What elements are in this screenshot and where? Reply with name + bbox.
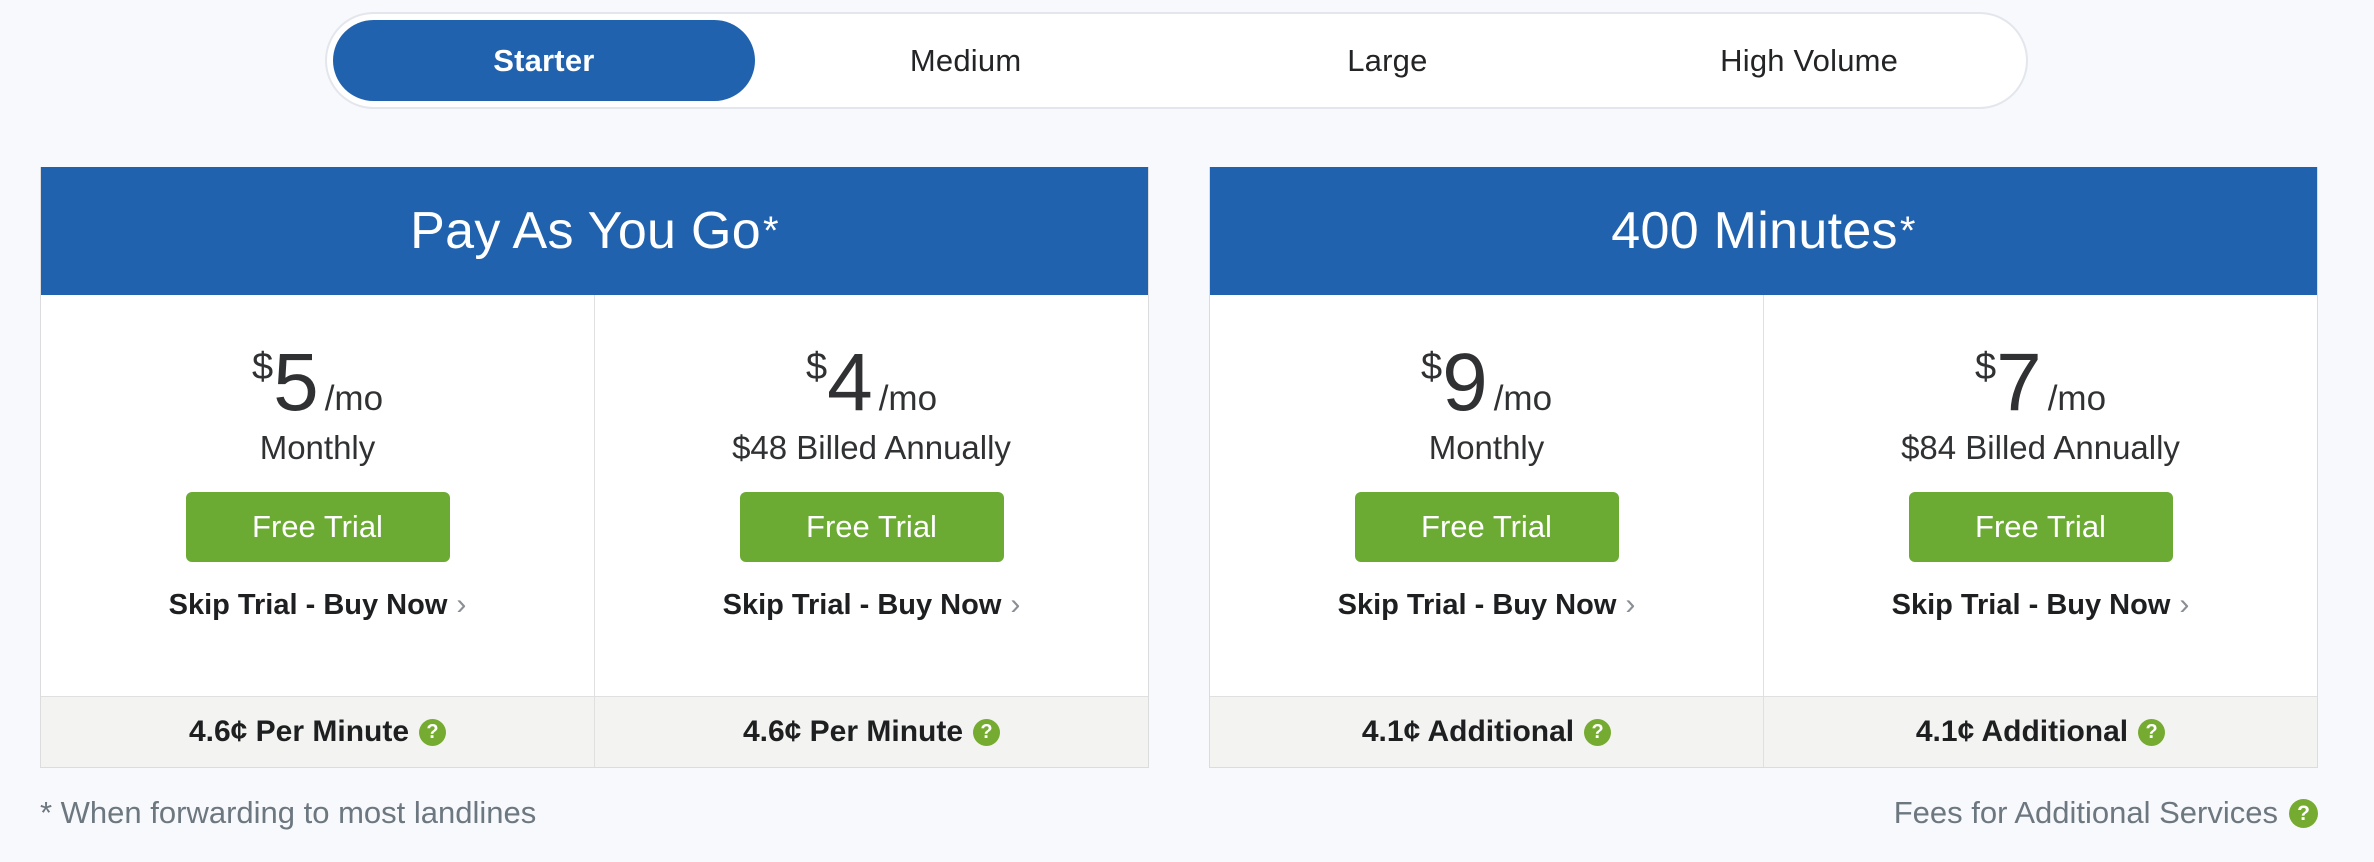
billing-note: Monthly — [1428, 429, 1545, 466]
rate-row: 4.1¢ Additional ? — [1764, 696, 2317, 767]
price-amount-line: $ 4 /mo — [805, 342, 938, 424]
free-trial-button[interactable]: Free Trial — [185, 492, 450, 562]
chevron-right-icon: › — [456, 587, 467, 621]
price-period: /mo — [878, 379, 938, 418]
price-period: /mo — [2047, 379, 2107, 418]
card-columns: $ 5 /mo Monthly Free Trial Skip Trial - … — [41, 295, 1148, 767]
footnote-landlines: * When forwarding to most landlines — [40, 795, 537, 830]
fees-additional-services-link[interactable]: Fees for Additional Services ? — [1894, 795, 2318, 831]
chevron-right-icon: › — [2179, 587, 2190, 621]
currency-symbol: $ — [805, 346, 828, 388]
price-amount-line: $ 5 /mo — [251, 342, 384, 424]
plan-size-toggle: Starter Medium Large High Volume — [325, 12, 2028, 109]
free-trial-button[interactable]: Free Trial — [739, 492, 1004, 562]
help-icon[interactable]: ? — [419, 718, 447, 746]
tab-large[interactable]: Large — [1177, 20, 1599, 101]
price-amount: 5 — [273, 337, 319, 428]
currency-symbol: $ — [1420, 346, 1443, 388]
skip-trial-buy-now-label: Skip Trial - Buy Now — [168, 589, 448, 621]
skip-trial-buy-now-label: Skip Trial - Buy Now — [722, 589, 1002, 621]
tab-starter[interactable]: Starter — [333, 20, 755, 101]
price-amount: 4 — [827, 337, 873, 428]
price-amount-line: $ 9 /mo — [1420, 342, 1553, 424]
price-column-body: $ 7 /mo $84 Billed Annually Free Trial S… — [1764, 295, 2317, 696]
price-column-body: $ 9 /mo Monthly Free Trial Skip Trial - … — [1210, 295, 1763, 696]
pricing-card-400-minutes: 400 Minutes * $ 9 /mo Monthly Free Trial … — [1209, 167, 2318, 768]
help-icon[interactable]: ? — [2138, 718, 2166, 746]
rate-row: 4.1¢ Additional ? — [1210, 696, 1763, 767]
skip-trial-buy-now-link[interactable]: Skip Trial - Buy Now › — [169, 589, 467, 622]
price-column-monthly: $ 9 /mo Monthly Free Trial Skip Trial - … — [1210, 295, 1763, 767]
price-column-annual: $ 7 /mo $84 Billed Annually Free Trial S… — [1763, 295, 2317, 767]
help-icon[interactable]: ? — [2289, 798, 2318, 828]
chevron-right-icon: › — [1625, 587, 1636, 621]
footnotes-row: * When forwarding to most landlines Fees… — [40, 795, 2318, 831]
card-title-text: 400 Minutes — [1611, 202, 1898, 260]
currency-symbol: $ — [1974, 346, 1997, 388]
skip-trial-buy-now-link[interactable]: Skip Trial - Buy Now › — [1338, 589, 1636, 622]
currency-symbol: $ — [251, 346, 274, 388]
pricing-card-pay-as-you-go: Pay As You Go * $ 5 /mo Monthly Free Tria… — [40, 167, 1149, 768]
skip-trial-buy-now-link[interactable]: Skip Trial - Buy Now › — [723, 589, 1021, 622]
price-amount: 9 — [1442, 337, 1488, 428]
price-period: /mo — [1493, 379, 1553, 418]
tab-medium[interactable]: Medium — [755, 20, 1177, 101]
price-column-monthly: $ 5 /mo Monthly Free Trial Skip Trial - … — [41, 295, 594, 767]
help-icon[interactable]: ? — [973, 718, 1001, 746]
pricing-cards-row: Pay As You Go * $ 5 /mo Monthly Free Tria… — [40, 167, 2318, 768]
rate-label: 4.6¢ Per Minute — [188, 715, 410, 748]
card-title-text: Pay As You Go — [410, 202, 761, 260]
billing-note: Monthly — [259, 429, 376, 466]
free-trial-button[interactable]: Free Trial — [1354, 492, 1619, 562]
price-column-body: $ 5 /mo Monthly Free Trial Skip Trial - … — [41, 295, 594, 696]
help-icon[interactable]: ? — [1584, 718, 1612, 746]
rate-label: 4.1¢ Additional — [1361, 715, 1575, 748]
billing-note: $48 Billed Annually — [732, 429, 1011, 466]
card-columns: $ 9 /mo Monthly Free Trial Skip Trial - … — [1210, 295, 2317, 767]
rate-label: 4.1¢ Additional — [1915, 715, 2129, 748]
price-column-body: $ 4 /mo $48 Billed Annually Free Trial S… — [595, 295, 1148, 696]
skip-trial-buy-now-link[interactable]: Skip Trial - Buy Now › — [1892, 589, 2190, 622]
tab-high-volume[interactable]: High Volume — [1598, 20, 2020, 101]
price-amount: 7 — [1996, 337, 2042, 428]
skip-trial-buy-now-label: Skip Trial - Buy Now — [1891, 589, 2171, 621]
price-period: /mo — [324, 379, 384, 418]
free-trial-button[interactable]: Free Trial — [1908, 492, 2173, 562]
card-title: Pay As You Go * — [41, 167, 1148, 295]
rate-row: 4.6¢ Per Minute ? — [595, 696, 1148, 767]
fees-additional-services-label: Fees for Additional Services — [1893, 795, 2278, 830]
card-title: 400 Minutes * — [1210, 167, 2317, 295]
chevron-right-icon: › — [1010, 587, 1021, 621]
price-column-annual: $ 4 /mo $48 Billed Annually Free Trial S… — [594, 295, 1148, 767]
billing-note: $84 Billed Annually — [1901, 429, 2180, 466]
rate-label: 4.6¢ Per Minute — [742, 715, 964, 748]
skip-trial-buy-now-label: Skip Trial - Buy Now — [1337, 589, 1617, 621]
rate-row: 4.6¢ Per Minute ? — [41, 696, 594, 767]
price-amount-line: $ 7 /mo — [1974, 342, 2107, 424]
